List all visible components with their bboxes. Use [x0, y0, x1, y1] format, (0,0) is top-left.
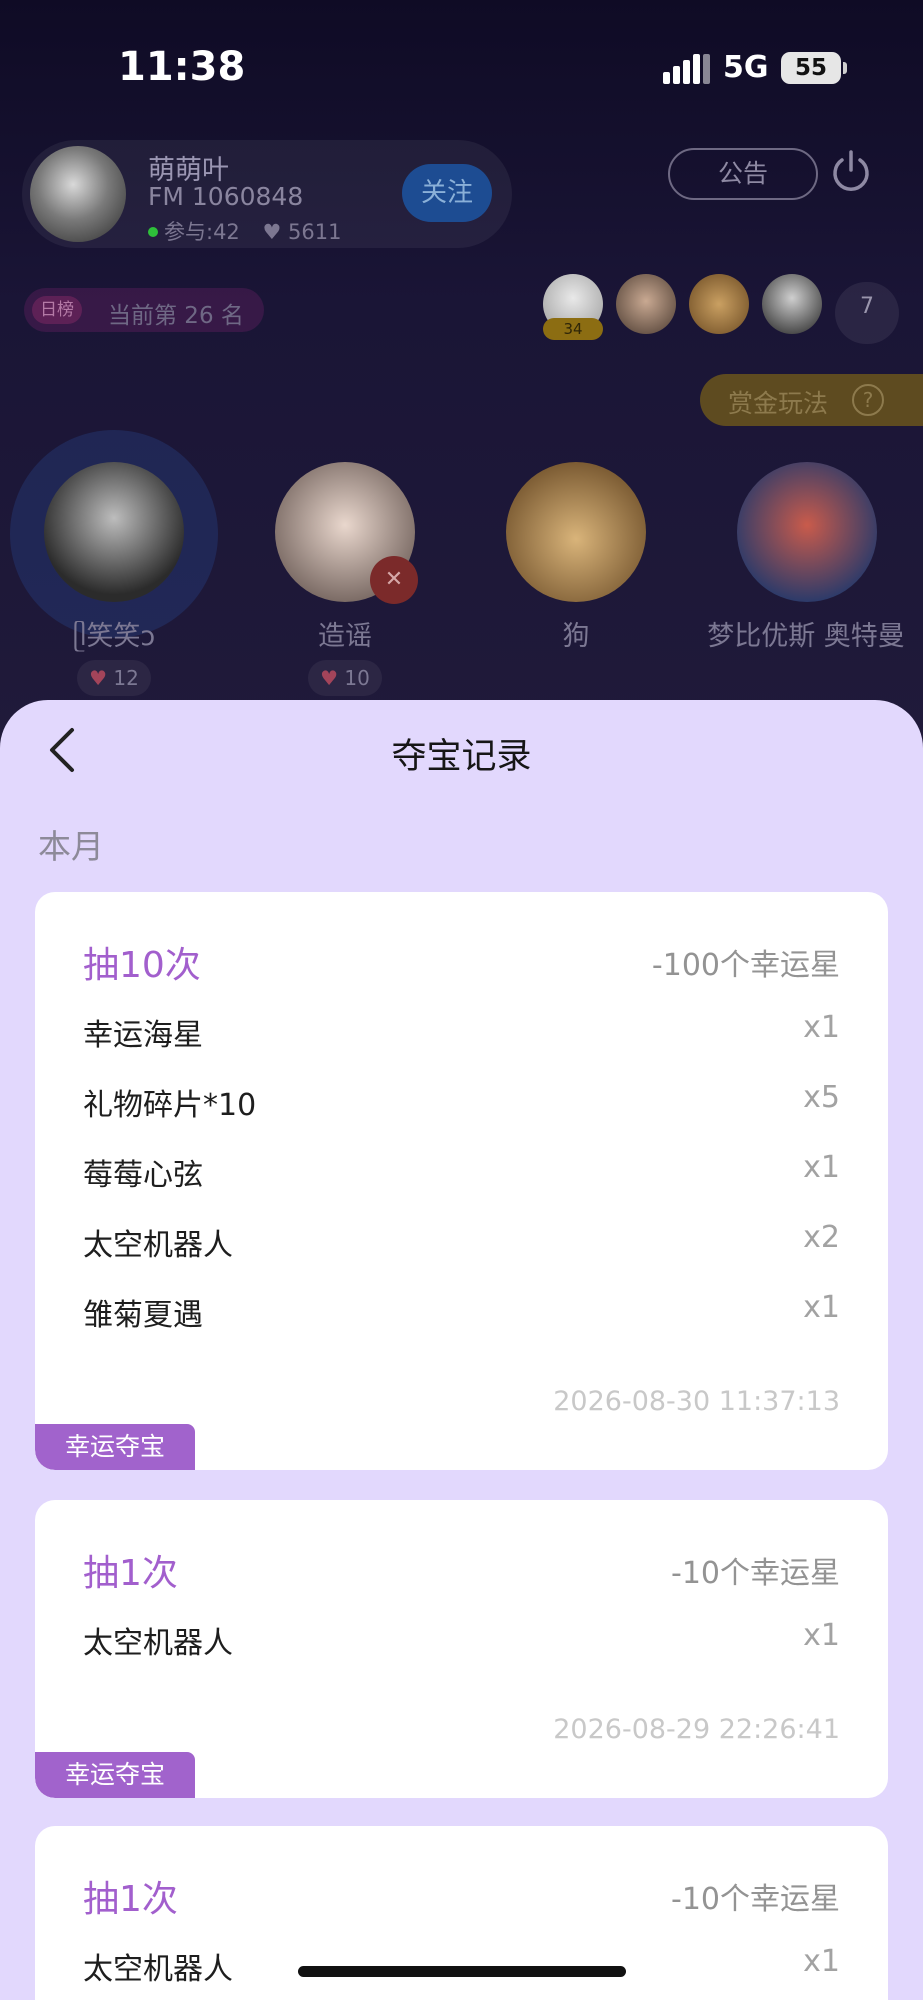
battery-tip: [843, 62, 847, 74]
record-item-qty: x5: [803, 1080, 840, 1115]
record-card: 抽1次 -10个幸运星 太空机器人 x1 2026-08-29 22:26:41…: [35, 1500, 888, 1798]
rank-text: 当前第 26 名: [108, 303, 244, 329]
record-item-name: 礼物碎片*10: [83, 1088, 257, 1123]
host-avatar[interactable]: [30, 146, 126, 242]
record-item-qty: x1: [803, 1618, 840, 1653]
reward-gameplay-button[interactable]: 赏金玩法 ?: [700, 374, 923, 426]
audience-more-button[interactable]: 7: [835, 282, 899, 344]
record-cost: -10个幸运星: [671, 1882, 840, 1917]
seat-name: 梦比优斯 奥特曼: [707, 621, 905, 652]
heart-icon: ♥: [320, 666, 339, 690]
host-likes: 5611: [288, 220, 342, 244]
record-item-name: 莓莓心弦: [83, 1158, 203, 1193]
battery-level: 55: [794, 55, 827, 81]
notice-button[interactable]: 公告: [668, 148, 818, 200]
record-item-qty: x1: [803, 1010, 840, 1045]
seat-avatar[interactable]: [737, 462, 877, 602]
seat-likes: ♥ 12: [77, 660, 151, 696]
audience-avatar[interactable]: [689, 274, 749, 334]
record-item-qty: x1: [803, 1150, 840, 1185]
sheet-title: 夺宝记录: [391, 737, 532, 777]
reward-label: 赏金玩法: [728, 389, 829, 418]
record-timestamp: 2026-08-29 22:26:41: [553, 1714, 840, 1745]
daily-rank-pill[interactable]: 日榜 当前第 26 名: [24, 288, 264, 332]
audience-level-badge: 34: [543, 318, 603, 340]
mic-off-icon: ✕: [370, 556, 418, 604]
seat-likes: ♥ 10: [308, 660, 382, 696]
record-item-qty: x1: [803, 1944, 840, 1979]
record-card: 抽10次 -100个幸运星 幸运海星 x1 礼物碎片*10 x5 莓莓心弦 x1…: [35, 892, 888, 1470]
status-time: 11:38: [118, 44, 246, 90]
host-stats: 参与:42 ♥ 5611: [148, 216, 341, 246]
participants-count: 参与:42: [164, 220, 240, 244]
record-cost: -10个幸运星: [671, 1556, 840, 1591]
record-item-name: 太空机器人: [83, 1228, 233, 1263]
heart-icon: ♥: [262, 220, 282, 244]
battery-icon: 55: [781, 52, 841, 84]
record-item-qty: x2: [803, 1220, 840, 1255]
home-indicator[interactable]: [298, 1966, 626, 1977]
online-dot-icon: [148, 227, 158, 237]
status-bar: 11:38 5G 55: [0, 0, 923, 130]
heart-icon: ♥: [89, 666, 108, 690]
signal-icon: [663, 52, 710, 84]
seat-avatar[interactable]: [44, 462, 184, 602]
live-room-background: 11:38 5G 55 萌萌叶 FM 1060848 参与:42 ♥ 5611 …: [0, 0, 923, 760]
seat-likes-count: 12: [113, 666, 139, 690]
network-type: 5G: [723, 50, 769, 85]
record-item-name: 雏菊夏遇: [83, 1298, 203, 1333]
record-draw-count: 抽1次: [83, 1553, 178, 1594]
seat-likes-count: 10: [344, 666, 370, 690]
record-draw-count: 抽10次: [83, 945, 201, 986]
seat-name: 狗: [562, 621, 590, 652]
rank-tag: 日榜: [32, 296, 82, 324]
record-item-name: 幸运海星: [83, 1018, 203, 1053]
record-type-tag: 幸运夺宝: [35, 1752, 195, 1798]
seat-name: ᥫ笑笑ↄ: [72, 621, 156, 652]
seat-avatar[interactable]: [506, 462, 646, 602]
seat-name: 造谣: [318, 621, 372, 652]
audience-avatar[interactable]: [616, 274, 676, 334]
record-type-tag: 幸运夺宝: [35, 1424, 195, 1470]
audience-avatar[interactable]: [762, 274, 822, 334]
help-icon[interactable]: ?: [852, 384, 884, 416]
treasure-record-sheet: 夺宝记录 本月 抽10次 -100个幸运星 幸运海星 x1 礼物碎片*10 x5…: [0, 700, 923, 2000]
host-card[interactable]: 萌萌叶 FM 1060848 参与:42 ♥ 5611 关注: [22, 140, 512, 248]
follow-button[interactable]: 关注: [402, 164, 492, 222]
record-cost: -100个幸运星: [651, 948, 840, 983]
month-section-label: 本月: [38, 827, 104, 866]
record-timestamp: 2026-08-30 11:37:13: [553, 1386, 840, 1417]
record-item-name: 太空机器人: [83, 1952, 233, 1987]
host-fm-id: FM 1060848: [148, 182, 304, 211]
record-item-qty: x1: [803, 1290, 840, 1325]
audience-more-count: 7: [860, 294, 874, 319]
record-draw-count: 抽1次: [83, 1879, 178, 1920]
record-item-name: 太空机器人: [83, 1626, 233, 1661]
power-icon[interactable]: [827, 148, 875, 196]
